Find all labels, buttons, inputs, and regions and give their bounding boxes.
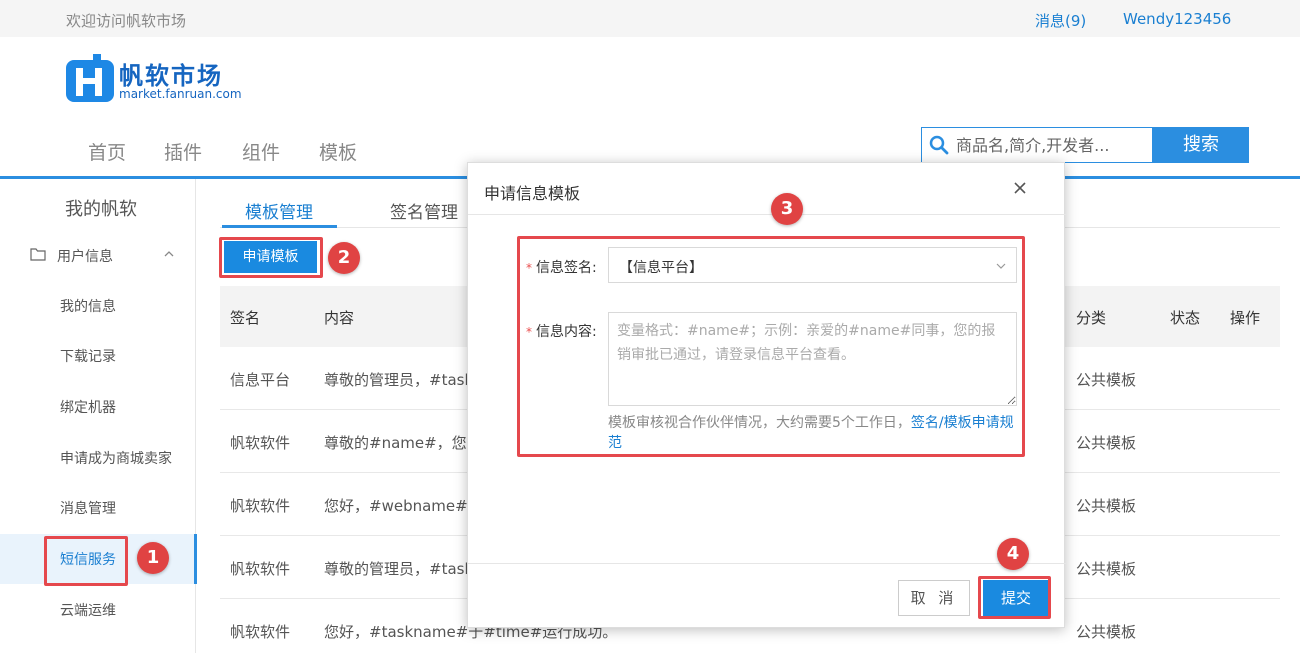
cell-category: 公共模板: [1076, 497, 1137, 515]
highlight-box-submit: [978, 576, 1051, 619]
logo-url: market.fanruan.com: [119, 87, 242, 101]
step-badge-2: 2: [328, 242, 360, 274]
search-icon: [929, 135, 949, 155]
fanruan-logo-icon: [66, 54, 114, 102]
cell-sign: 帆软软件: [230, 623, 291, 641]
dialog-header: 申请信息模板: [468, 163, 1066, 215]
sidebar-item-message-management[interactable]: 消息管理: [0, 483, 196, 533]
step-badge-1: 1: [137, 542, 169, 574]
search-box[interactable]: [921, 127, 1153, 163]
user-link[interactable]: Wendy123456: [1123, 10, 1231, 28]
cell-category: 公共模板: [1076, 560, 1137, 578]
sidebar-item-label: 申请成为商城卖家: [60, 451, 172, 467]
cell-category: 公共模板: [1076, 371, 1137, 389]
cell-content: 尊敬的#name#，您有: [324, 434, 482, 452]
highlight-box-sms-service: [44, 536, 128, 586]
active-tab-indicator: [222, 225, 337, 228]
logo[interactable]: 帆软市场 market.fanruan.com: [66, 52, 256, 106]
dialog-title: 申请信息模板: [484, 184, 581, 203]
welcome-text: 欢迎访问帆软市场: [66, 12, 187, 30]
sidebar-item-label: 绑定机器: [60, 400, 116, 416]
highlight-box-form: [517, 236, 1025, 457]
dialog-footer: 取 消 提交: [468, 563, 1066, 629]
cell-category: 公共模板: [1076, 623, 1137, 641]
step-badge-3: 3: [771, 193, 803, 225]
folder-icon: [30, 248, 46, 261]
sidebar-item-label: 消息管理: [60, 501, 116, 517]
nav-templates[interactable]: 模板: [319, 138, 357, 165]
sidebar-item-label: 我的信息: [60, 299, 116, 315]
messages-link[interactable]: 消息(9): [1035, 10, 1086, 31]
highlight-box-apply-button: [219, 237, 323, 278]
nav-home[interactable]: 首页: [88, 138, 126, 165]
tab-signature-management[interactable]: 签名管理: [390, 198, 458, 223]
step-badge-4: 4: [997, 538, 1029, 570]
cell-sign: 帆软软件: [230, 497, 291, 515]
cell-content: 尊敬的管理员，#taskn: [324, 371, 483, 389]
sidebar-group-label: 用户信息: [57, 249, 113, 265]
tab-template-management[interactable]: 模板管理: [245, 198, 313, 223]
nav-plugins[interactable]: 插件: [164, 138, 202, 165]
sidebar-item-cloud-ops[interactable]: 云端运维: [0, 585, 196, 635]
cell-sign: 信息平台: [230, 371, 291, 389]
chevron-up-icon: [164, 251, 174, 257]
cell-category: 公共模板: [1076, 434, 1137, 452]
header-category: 分类: [1076, 309, 1107, 327]
logo-name: 帆软市场: [119, 62, 223, 90]
cancel-button[interactable]: 取 消: [898, 580, 970, 616]
sidebar-item-label: 下载记录: [60, 349, 116, 365]
header-status: 状态: [1170, 309, 1201, 327]
sidebar-item-become-seller[interactable]: 申请成为商城卖家: [0, 433, 196, 483]
cell-sign: 帆软软件: [230, 434, 291, 452]
search-bar: 搜索: [921, 127, 1249, 163]
sidebar-item-label: 云端运维: [60, 603, 116, 619]
header-action: 操作: [1230, 309, 1261, 327]
sidebar-title: 我的帆软: [65, 199, 137, 220]
nav-components[interactable]: 组件: [242, 138, 280, 165]
sidebar-item-my-info[interactable]: 我的信息: [0, 281, 196, 331]
search-button[interactable]: 搜索: [1153, 127, 1249, 163]
cell-content: 您好，#webname#系: [324, 497, 483, 515]
header-sign: 签名: [230, 309, 261, 327]
search-input[interactable]: [956, 133, 1146, 157]
close-icon[interactable]: [1011, 179, 1029, 197]
top-bar: 欢迎访问帆软市场 消息(9) Wendy123456: [0, 0, 1300, 37]
sidebar-item-downloads[interactable]: 下载记录: [0, 331, 196, 381]
sidebar-group-user-info[interactable]: 用户信息: [30, 245, 180, 267]
cell-sign: 帆软软件: [230, 560, 291, 578]
sidebar-item-bind-machine[interactable]: 绑定机器: [0, 382, 196, 432]
header-content: 内容: [324, 309, 355, 327]
cell-content: 尊敬的管理员，#taskn: [324, 560, 483, 578]
